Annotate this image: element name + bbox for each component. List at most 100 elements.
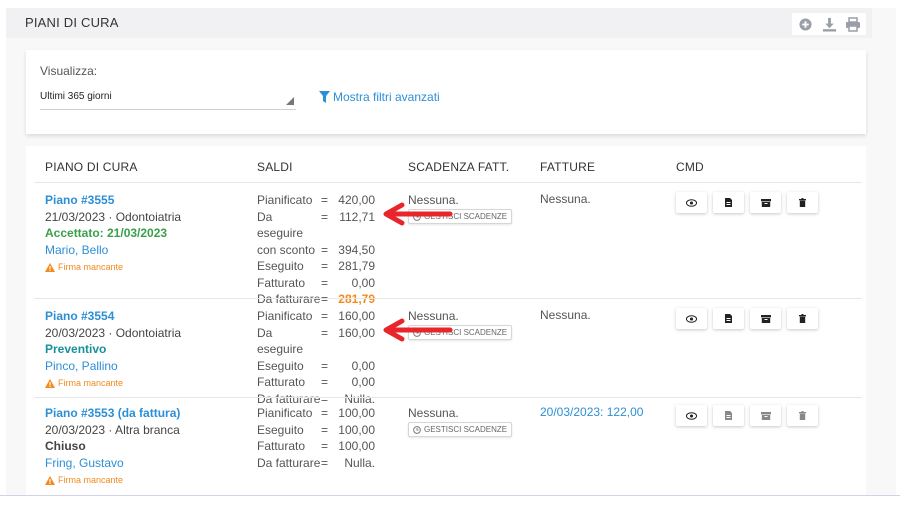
balance-key: Fatturato [257, 275, 306, 290]
plan-cell: Piano #3555 21/03/2023 · Odontoiatria Ac… [45, 192, 181, 276]
balance-value: 420,00 [338, 193, 375, 207]
delete-button[interactable] [787, 192, 818, 213]
balance-value: 0,00 [351, 358, 375, 373]
warning-badge: Firma mancante [45, 375, 181, 392]
balance-line: Da eseguire = 112,71 [257, 209, 375, 241]
document-icon [725, 314, 732, 323]
document-button[interactable] [713, 405, 744, 426]
balance-key: Pianificato [257, 309, 313, 323]
balance-line: Eseguito = 0,00 [257, 358, 375, 373]
print-icon[interactable] [844, 15, 862, 33]
balance-line: Pianificato = 100,00 [257, 406, 375, 420]
archive-button[interactable] [750, 192, 781, 213]
plan-date-branch: 21/03/2023 · Odontoiatria [45, 209, 182, 224]
filter-panel: Visualizza: Ultimi 365 giorni Mostra fil… [26, 50, 866, 134]
advanced-filters-label: Mostra filtri avanzati [333, 90, 440, 104]
balance-line: Pianificato = 420,00 [257, 193, 375, 207]
archive-icon [760, 314, 771, 323]
delete-button[interactable] [787, 308, 818, 329]
balance-value: Nulla. [344, 455, 375, 470]
balance-key: Fatturato [257, 439, 306, 453]
balance-line: con sconto = 394,50 [257, 242, 375, 257]
plan-cell: Piano #3554 20/03/2023 · Odontoiatria Pr… [45, 308, 181, 392]
column-header-fatture: FATTURE [540, 160, 596, 174]
warning-badge: Firma mancante [45, 259, 181, 276]
column-header-saldi: SALDI [257, 160, 293, 174]
balance-key: Eseguito [257, 358, 304, 373]
header-actions [792, 13, 866, 35]
balance-value: 160,00 [338, 325, 375, 340]
patient-link[interactable]: Pinco, Pallino [45, 358, 181, 375]
column-header-piano: PIANO DI CURA [45, 160, 138, 174]
delete-button[interactable] [787, 405, 818, 426]
balance-line: Eseguito = 281,79 [257, 259, 375, 273]
delete-icon [799, 411, 806, 420]
balance-key: Da eseguire [257, 209, 304, 241]
document-button[interactable] [713, 192, 744, 213]
funnel-icon [319, 91, 330, 103]
balance-key: Da fatturare [257, 455, 321, 470]
view-button[interactable] [676, 405, 707, 426]
balance-value: 100,00 [338, 422, 375, 437]
clock-icon [413, 425, 421, 434]
panel-header: PIANI DI CURA [6, 8, 872, 38]
patient-link[interactable]: Mario, Bello [45, 242, 181, 259]
balance-value: 100,00 [338, 406, 375, 420]
archive-icon [760, 411, 771, 420]
due-date-cell: Nessuna. GESTISCI SCADENZE [408, 405, 513, 437]
view-button[interactable] [676, 192, 707, 213]
warning-text: Firma mancante [58, 262, 124, 272]
balance-key: Pianificato [257, 406, 313, 420]
annotation-arrow [383, 202, 453, 226]
balance-value: 100,00 [338, 439, 375, 453]
warning-badge: Firma mancante [45, 472, 180, 489]
manage-deadlines-button[interactable]: GESTISCI SCADENZE [408, 422, 513, 437]
plan-name-link[interactable]: Piano #3553 (da fattura) [45, 405, 180, 422]
invoice-link[interactable]: 20/03/2023: 122,00 [540, 405, 643, 419]
view-eye-icon [686, 198, 697, 207]
warning-triangle-icon [45, 475, 55, 485]
patient-link[interactable]: Fring, Gustavo [45, 455, 180, 472]
add-circle-icon[interactable] [796, 15, 814, 33]
balance-line: Da eseguire = 160,00 [257, 325, 375, 357]
advanced-filters-link[interactable]: Mostra filtri avanzati [319, 90, 440, 104]
annotation-arrow [383, 318, 453, 342]
balance-key: Da eseguire [257, 325, 304, 357]
warning-text: Firma mancante [58, 378, 124, 388]
document-icon [725, 411, 732, 420]
balances-cell: Pianificato = 420,00 Da eseguire = 112,71 co… [257, 192, 375, 308]
row-commands [676, 405, 818, 426]
warning-text: Firma mancante [58, 475, 124, 485]
period-select-value: Ultimi 365 giorni [40, 91, 112, 102]
balance-line: Da fatturare = 281,79 [257, 292, 375, 306]
period-select[interactable]: Ultimi 365 giorni [40, 88, 296, 110]
invoices-cell: Nessuna. [540, 192, 591, 206]
select-caret-icon [286, 97, 294, 105]
archive-button[interactable] [750, 308, 781, 329]
plan-name-link[interactable]: Piano #3554 [45, 308, 181, 325]
plan-date-branch: 20/03/2023 · Odontoiatria [45, 325, 182, 340]
balance-value-highlight: 281,79 [338, 292, 375, 306]
view-label: Visualizza: [40, 64, 98, 78]
plan-status: Preventivo [45, 342, 107, 356]
invoices-cell: Nessuna. [540, 308, 591, 322]
header-divider [34, 182, 862, 183]
download-icon[interactable] [820, 15, 838, 33]
row-divider [34, 298, 862, 299]
plan-status: Accettato: 21/03/2023 [45, 226, 168, 240]
archive-button[interactable] [750, 405, 781, 426]
row-commands [676, 192, 818, 213]
balances-cell: Pianificato = 100,00 Eseguito = 100,00 Fattu… [257, 405, 375, 471]
view-button[interactable] [676, 308, 707, 329]
manage-deadlines-label: GESTISCI SCADENZE [424, 425, 508, 434]
plan-cell: Piano #3553 (da fattura) 20/03/2023 · Al… [45, 405, 180, 489]
balance-key: Eseguito [257, 422, 304, 437]
view-eye-icon [686, 411, 697, 420]
document-button[interactable] [713, 308, 744, 329]
balance-key: Fatturato [257, 375, 306, 389]
balance-value: 112,71 [339, 209, 375, 224]
plan-name-link[interactable]: Piano #3555 [45, 192, 181, 209]
row-commands [676, 308, 818, 329]
balance-key: Eseguito [257, 259, 304, 273]
column-header-cmd: CMD [676, 160, 704, 174]
